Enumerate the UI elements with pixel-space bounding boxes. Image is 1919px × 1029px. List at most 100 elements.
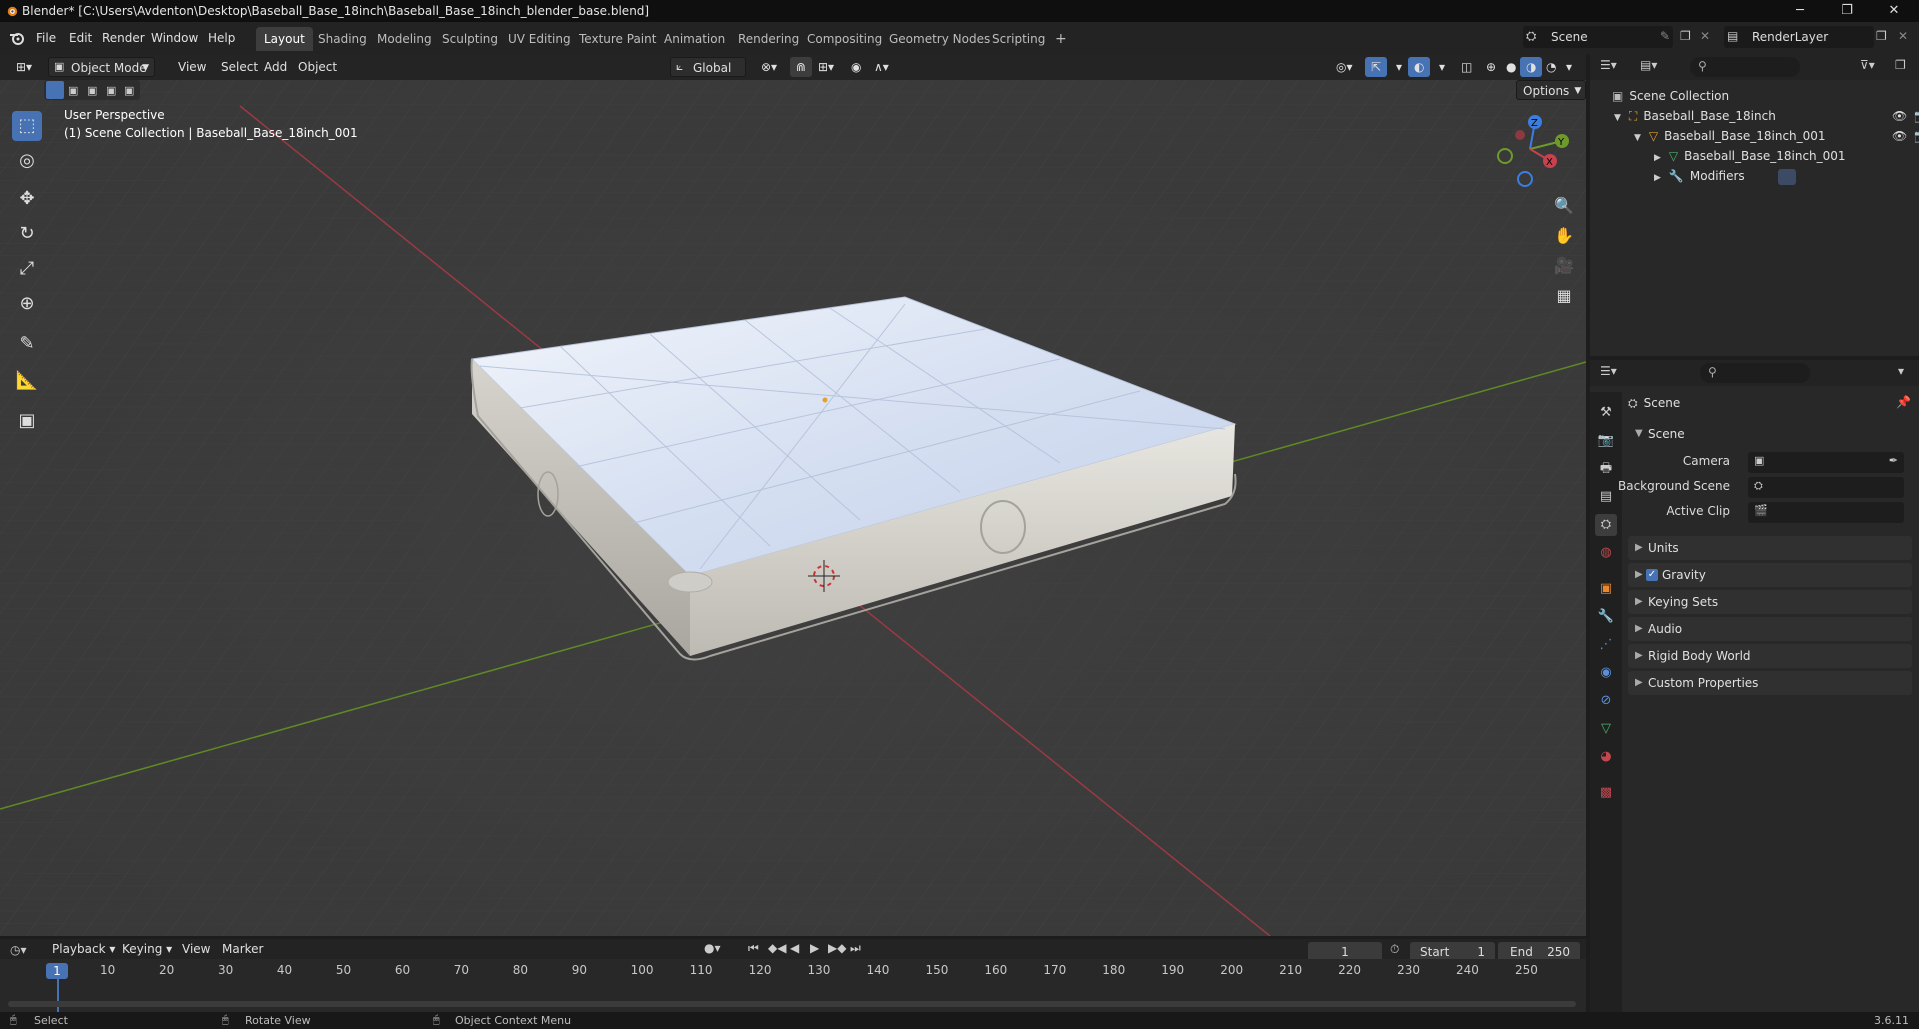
- menu-keying[interactable]: Keying ▾: [116, 939, 178, 959]
- render-tab-icon[interactable]: 📷: [1595, 430, 1617, 452]
- properties-search-input[interactable]: ⚲: [1700, 363, 1810, 383]
- select-intersect-icon[interactable]: ▣: [124, 84, 134, 97]
- proportional-editing-icon[interactable]: ◉: [845, 57, 867, 77]
- expand-arrow-icon[interactable]: ▶: [1654, 173, 1661, 183]
- material-tab-icon[interactable]: ◕: [1595, 746, 1617, 768]
- tab-uv-editing[interactable]: UV Editing: [500, 27, 579, 51]
- options-dropdown[interactable]: Options ▼: [1516, 80, 1586, 100]
- jump-end-icon[interactable]: ⏭: [850, 941, 861, 956]
- audio-panel[interactable]: ▶ Audio: [1628, 617, 1912, 641]
- annotate-tool-icon[interactable]: ✎: [12, 329, 42, 359]
- texture-tab-icon[interactable]: ▩: [1595, 782, 1617, 804]
- outliner-item-collection[interactable]: ▼ ⛶ Baseball_Base_18inch 👁 📷: [1614, 106, 1919, 126]
- properties-editor-type-icon[interactable]: ☰▾: [1600, 364, 1617, 378]
- move-tool-icon[interactable]: ✥: [12, 184, 42, 214]
- units-panel[interactable]: ▶ Units: [1628, 536, 1912, 560]
- physics-tab-icon[interactable]: ◉: [1595, 662, 1617, 684]
- pan-hand-icon[interactable]: ✋: [1552, 224, 1576, 248]
- tab-geometry-nodes[interactable]: Geometry Nodes: [881, 27, 998, 51]
- outliner-root[interactable]: ▣ Scene Collection: [1612, 86, 1729, 106]
- tab-compositing[interactable]: Compositing: [799, 27, 890, 51]
- overlay-icon[interactable]: ◐: [1408, 57, 1431, 77]
- menu-select[interactable]: Select: [215, 57, 264, 77]
- gravity-panel[interactable]: ▶ ✓ Gravity: [1628, 563, 1912, 587]
- tab-animation[interactable]: Animation: [656, 27, 733, 51]
- custom-properties-panel[interactable]: ▶ Custom Properties: [1628, 671, 1912, 695]
- timeline-editor-type-icon[interactable]: ◷▾: [10, 943, 27, 957]
- tab-scripting[interactable]: Scripting: [984, 27, 1053, 51]
- visibility-eye-icon[interactable]: 👁: [1892, 106, 1907, 126]
- background-scene-field[interactable]: ⛭: [1748, 477, 1904, 498]
- new-scene-icon[interactable]: ❐: [1680, 29, 1691, 43]
- close-button[interactable]: ✕: [1879, 2, 1909, 20]
- add-workspace-button[interactable]: +: [1047, 27, 1075, 51]
- snap-target-icon[interactable]: ⊞▾: [812, 57, 840, 77]
- timeline-scrollbar[interactable]: [8, 1001, 1576, 1007]
- world-tab-icon[interactable]: ◍: [1595, 542, 1617, 564]
- menu-edit[interactable]: Edit: [63, 22, 98, 54]
- wireframe-shading-icon[interactable]: ⊕: [1480, 57, 1502, 77]
- falloff-icon[interactable]: ∧▾: [868, 57, 895, 77]
- menu-playback[interactable]: Playback ▾: [46, 939, 121, 959]
- render-camera-icon[interactable]: 📷: [1914, 126, 1919, 146]
- visibility-eye-icon[interactable]: 👁: [1892, 126, 1907, 146]
- scene-selector[interactable]: Scene: [1523, 26, 1673, 48]
- transform-tool-icon[interactable]: ⊕: [12, 289, 42, 319]
- visibility-icon[interactable]: ◎▾: [1330, 57, 1359, 77]
- snap-icon[interactable]: ⋒: [790, 57, 813, 77]
- gizmo-icon[interactable]: ⇱: [1365, 57, 1388, 77]
- outliner-item-object[interactable]: ▼ ▽ Baseball_Base_18inch_001 👁 📷: [1634, 126, 1919, 146]
- shading-dropdown-icon[interactable]: ▾: [1560, 57, 1578, 77]
- gizmo-dropdown-icon[interactable]: ▾: [1390, 57, 1408, 77]
- rigid-body-world-panel[interactable]: ▶ Rigid Body World: [1628, 644, 1912, 668]
- new-view-layer-icon[interactable]: ❐: [1876, 29, 1887, 43]
- rotate-tool-icon[interactable]: ↻: [12, 219, 42, 249]
- menu-help[interactable]: Help: [202, 22, 241, 54]
- record-icon[interactable]: ●▾: [704, 941, 721, 955]
- new-collection-icon[interactable]: ❐: [1895, 58, 1906, 72]
- menu-add[interactable]: Add: [258, 57, 293, 77]
- scene-section-header[interactable]: ▼ Scene: [1628, 422, 1912, 446]
- menu-view[interactable]: View: [172, 57, 212, 77]
- measure-tool-icon[interactable]: 📐: [12, 366, 42, 396]
- tab-texture-paint[interactable]: Texture Paint: [571, 27, 664, 51]
- tab-layout[interactable]: Layout: [256, 27, 313, 51]
- keying-sets-panel[interactable]: ▶ Keying Sets: [1628, 590, 1912, 614]
- menu-object[interactable]: Object: [292, 57, 343, 77]
- zoom-icon[interactable]: 🔍: [1552, 194, 1576, 218]
- menu-timeline-view[interactable]: View: [176, 939, 216, 959]
- select-subtract-icon[interactable]: ▣: [87, 84, 97, 97]
- active-clip-field[interactable]: 🎬: [1748, 502, 1904, 523]
- maximize-button[interactable]: ❐: [1832, 2, 1862, 20]
- prev-keyframe-icon[interactable]: ◆◀: [768, 941, 786, 955]
- camera-view-icon[interactable]: 🎥: [1552, 254, 1576, 278]
- pin-icon[interactable]: ✎: [1660, 29, 1670, 43]
- menu-marker[interactable]: Marker: [216, 939, 269, 959]
- camera-field[interactable]: ▣ ✒: [1748, 452, 1904, 473]
- object-tab-icon[interactable]: ▣: [1595, 578, 1617, 600]
- select-extend-icon[interactable]: ▣: [68, 84, 78, 97]
- 3d-viewport[interactable]: ⊞▾ Object Mode ▼ ▣ View Select Add Objec…: [0, 54, 1586, 936]
- scale-tool-icon[interactable]: ⤢: [12, 254, 42, 284]
- outliner-item-modifiers[interactable]: ▶ 🔧 Modifiers: [1654, 166, 1797, 186]
- tab-modeling[interactable]: Modeling: [369, 27, 440, 51]
- editor-type-icon[interactable]: ⊞▾: [10, 57, 38, 77]
- orthographic-grid-icon[interactable]: ▦: [1552, 284, 1576, 308]
- minimize-button[interactable]: ─: [1785, 2, 1815, 20]
- tool-tab-icon[interactable]: ⚒: [1595, 402, 1617, 424]
- filter-icon[interactable]: ⊽▾: [1860, 58, 1875, 72]
- outliner-editor-type-icon[interactable]: ☰▾: [1600, 58, 1617, 72]
- menu-render[interactable]: Render: [96, 22, 151, 54]
- display-mode-icon[interactable]: ▤▾: [1640, 58, 1657, 72]
- next-keyframe-icon[interactable]: ▶◆: [828, 941, 846, 955]
- select-box-tool-icon[interactable]: ⬚: [12, 111, 42, 141]
- data-tab-icon[interactable]: ▽: [1595, 718, 1617, 740]
- blender-menu-icon[interactable]: [9, 30, 25, 46]
- pivot-point-icon[interactable]: ⊗▾: [755, 57, 783, 77]
- view-layer-selector[interactable]: RenderLayer: [1724, 26, 1874, 48]
- modifier-tab-icon[interactable]: 🔧: [1595, 606, 1617, 628]
- jump-start-icon[interactable]: ⏮: [748, 941, 759, 956]
- pin-icon[interactable]: 📌: [1896, 395, 1911, 409]
- play-reverse-icon[interactable]: ◀: [790, 941, 799, 955]
- play-icon[interactable]: ▶: [810, 941, 819, 955]
